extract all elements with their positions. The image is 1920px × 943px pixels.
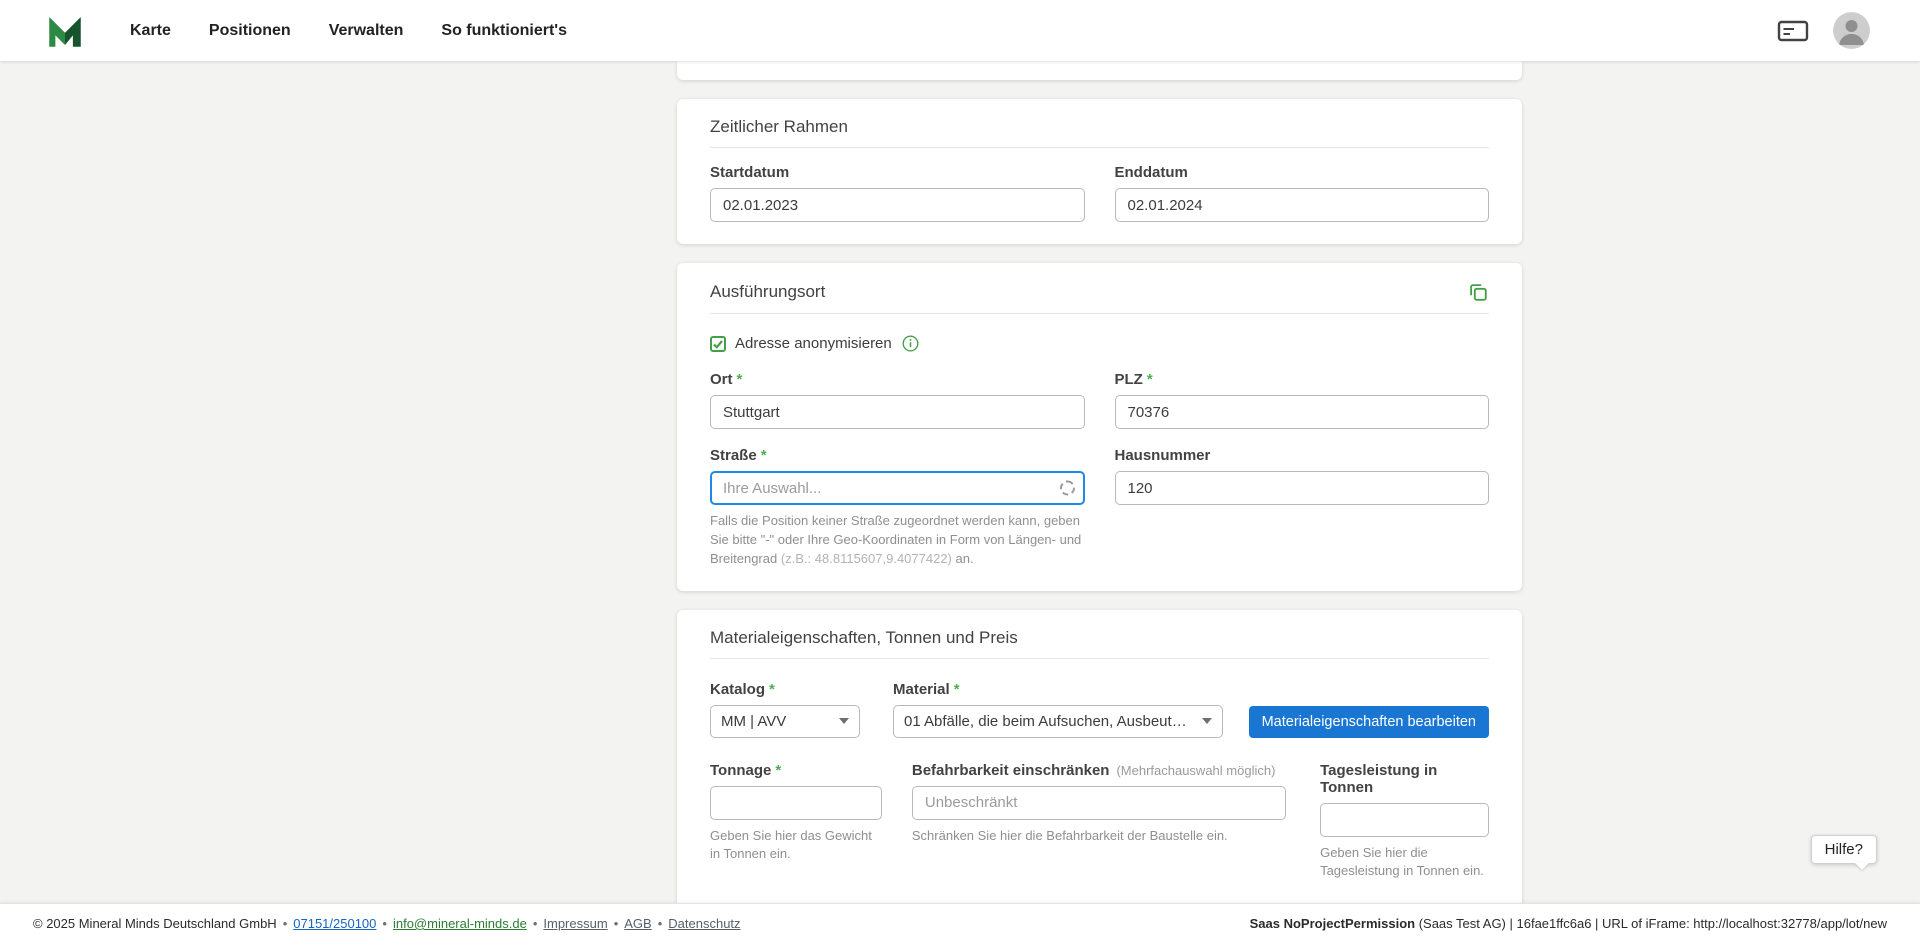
check-icon [712,338,724,350]
user-avatar[interactable] [1833,12,1870,49]
material-title: Materialeigenschaften, Tonnen und Preis [710,628,1489,648]
tagesleistung-helper-text: Geben Sie hier die Tagesleistung in Tonn… [1320,844,1489,882]
help-button[interactable]: Hilfe? [1811,835,1877,864]
copyright-text: © 2025 Mineral Minds Deutschland GmbH [33,916,277,931]
befahrbarkeit-helper-text: Schränken Sie hier die Befahrbarkeit der… [912,827,1286,846]
separator: • [533,916,538,931]
top-navbar: Karte Positionen Verwalten So funktionie… [0,0,1920,61]
strasse-label: Straße* [710,447,1085,464]
nav-item-verwalten[interactable]: Verwalten [329,22,404,40]
tagesleistung-label: Tagesleistung in Tonnen [1320,762,1489,796]
loading-spinner-icon [1060,481,1075,496]
footer: © 2025 Mineral Minds Deutschland GmbH • … [0,903,1920,943]
befahrbarkeit-hint: (Mehrfachauswahl möglich) [1116,763,1275,778]
chevron-down-icon [1202,718,1212,724]
separator: • [658,916,663,931]
katalog-select[interactable]: MM | AVV [710,705,860,738]
tonnage-helper-text: Geben Sie hier das Gewicht in Tonnen ein… [710,827,882,865]
billing-card-icon[interactable] [1777,19,1809,43]
required-marker: * [954,681,960,698]
chevron-down-icon [839,718,849,724]
divider [710,313,1489,314]
anonymize-checkbox[interactable] [710,336,726,352]
separator: • [382,916,387,931]
phone-link[interactable]: 07151/250100 [293,916,376,931]
befahrbarkeit-label: Befahrbarkeit einschränken(Mehrfachauswa… [912,762,1286,779]
datenschutz-link[interactable]: Datenschutz [668,916,740,931]
agb-link[interactable]: AGB [624,916,651,931]
navbar-right [1777,12,1870,49]
previous-section-card-cutoff [677,61,1522,80]
main-nav: Karte Positionen Verwalten So funktionie… [130,22,567,40]
required-marker: * [769,681,775,698]
tagesleistung-input[interactable] [1320,803,1489,837]
material-label: Material* [893,681,1223,698]
help-bubble-tail [1855,863,1869,870]
tonnage-label: Tonnage* [710,762,882,779]
environment-info: Saas NoProjectPermission (Saas Test AG) … [1250,916,1887,931]
mineral-minds-logo[interactable] [44,10,86,52]
tonnage-input[interactable] [710,786,882,820]
material-card: Materialeigenschaften, Tonnen und Preis … [677,610,1522,943]
plz-label: PLZ* [1115,371,1490,388]
plz-input[interactable] [1115,395,1490,429]
info-icon[interactable] [902,335,919,352]
startdatum-input[interactable] [710,188,1085,222]
copy-icon[interactable] [1467,281,1489,303]
logo-icon [44,10,86,52]
timeframe-card: Zeitlicher Rahmen Startdatum Enddatum [677,99,1522,244]
hausnummer-input[interactable] [1115,471,1490,505]
required-marker: * [1147,371,1153,388]
required-marker: * [761,447,767,464]
nav-item-karte[interactable]: Karte [130,22,171,40]
location-title: Ausführungsort [710,282,825,302]
divider [710,658,1489,659]
enddatum-label: Enddatum [1115,164,1490,181]
material-select[interactable]: 01 Abfälle, die beim Aufsuchen, Ausbeute… [893,705,1223,738]
katalog-label: Katalog* [710,681,860,698]
email-link[interactable]: info@mineral-minds.de [393,916,527,931]
strasse-helper-text: Falls die Position keiner Straße zugeord… [710,512,1085,569]
edit-material-properties-button[interactable]: Materialeigenschaften bearbeiten [1249,706,1489,738]
required-marker: * [737,371,743,388]
hausnummer-label: Hausnummer [1115,447,1490,464]
timeframe-title: Zeitlicher Rahmen [710,117,1489,137]
nav-item-so-funktionierts[interactable]: So funktioniert's [441,22,567,40]
required-marker: * [775,762,781,779]
footer-links: © 2025 Mineral Minds Deutschland GmbH • … [33,916,741,931]
separator: • [614,916,619,931]
page-body: Zeitlicher Rahmen Startdatum Enddatum Au… [0,61,1920,943]
ort-label: Ort* [710,371,1085,388]
help-label: Hilfe? [1825,841,1863,858]
separator: • [283,916,288,931]
saas-permission-label: Saas NoProjectPermission [1250,916,1415,931]
befahrbarkeit-input[interactable] [912,786,1286,820]
strasse-input[interactable] [710,471,1085,505]
enddatum-input[interactable] [1115,188,1490,222]
katalog-select-value: MM | AVV [721,713,831,730]
nav-item-positionen[interactable]: Positionen [209,22,291,40]
impressum-link[interactable]: Impressum [543,916,607,931]
anonymize-label: Adresse anonymisieren [735,335,892,352]
avatar-icon [1833,12,1870,49]
location-card: Ausführungsort Adresse anonymisieren [677,263,1522,591]
material-select-value: 01 Abfälle, die beim Aufsuchen, Ausbeute… [904,713,1194,730]
divider [710,147,1489,148]
ort-input[interactable] [710,395,1085,429]
startdatum-label: Startdatum [710,164,1085,181]
iframe-url-text: (Saas Test AG) | 16fae1ffc6a6 | URL of i… [1415,916,1887,931]
